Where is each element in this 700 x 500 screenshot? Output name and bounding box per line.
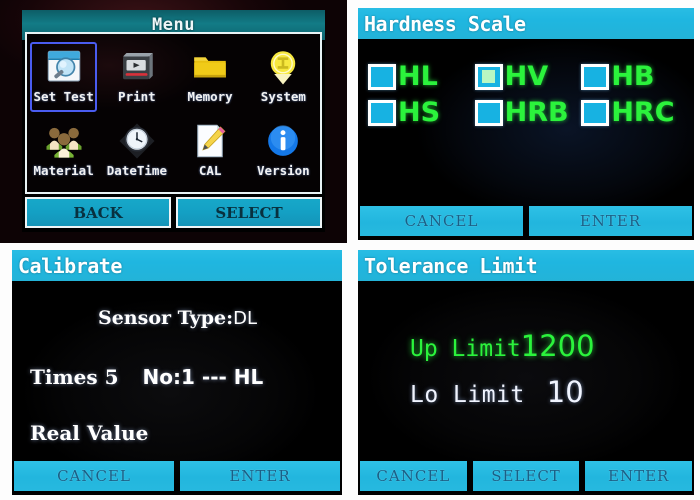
- cancel-button[interactable]: CANCEL: [360, 206, 523, 236]
- menu-icon-area: Set Test Print Memory System Material Da…: [25, 32, 322, 194]
- tolerance-body: Up Limit 1200 Lo Limit 10 CANCEL SELECT …: [358, 281, 694, 495]
- menu-item-version[interactable]: Version: [247, 118, 320, 192]
- checkbox-hl[interactable]: [368, 63, 396, 90]
- back-button[interactable]: BACK: [25, 197, 171, 228]
- hardness-option-label: HRC: [611, 97, 675, 128]
- real-value-label: Real Value: [30, 421, 149, 445]
- hardness-scale-panel: Hardness Scale HL HV HB HS HRB HRC CANCE…: [358, 8, 694, 240]
- enter-button[interactable]: ENTER: [180, 461, 340, 491]
- folder-icon: [194, 57, 226, 78]
- calibrate-title-bar: Calibrate: [12, 250, 342, 281]
- hardness-button-bar: CANCEL ENTER: [358, 206, 694, 240]
- menu-device-panel: Menu Set Test Print Memory System Materi…: [0, 0, 347, 243]
- measurement-no-text: No:1 --- HL: [142, 365, 264, 389]
- menu-item-memory[interactable]: Memory: [174, 44, 247, 118]
- hardness-option-hrc[interactable]: HRC: [581, 99, 688, 126]
- hardness-option-label: HB: [611, 61, 655, 92]
- menu-item-label: Version: [257, 163, 310, 178]
- info-circle-icon: [268, 125, 299, 156]
- menu-item-datetime[interactable]: DateTime: [100, 118, 173, 192]
- sensor-type-label: Sensor Type:: [98, 307, 234, 329]
- lightbulb-icon: [271, 51, 296, 85]
- tolerance-title: Tolerance Limit: [364, 253, 538, 278]
- menu-item-cal[interactable]: CAL: [174, 118, 247, 192]
- hardness-option-label: HL: [398, 61, 438, 92]
- checkbox-hrb[interactable]: [474, 99, 503, 126]
- tolerance-button-bar: CANCEL SELECT ENTER: [358, 461, 694, 495]
- menu-item-label: Material: [33, 163, 94, 178]
- menu-item-label: DateTime: [106, 163, 167, 178]
- paper-pencil-icon: [197, 124, 226, 158]
- menu-item-label: Memory: [187, 89, 233, 104]
- times-row: Times 5 No:1 --- HL: [30, 365, 263, 389]
- times-value[interactable]: 5: [105, 365, 119, 389]
- menu-item-label: Print: [118, 89, 156, 104]
- lo-limit-row[interactable]: Lo Limit 10: [410, 375, 584, 409]
- menu-button-bar: BACK SELECT: [25, 197, 322, 228]
- up-limit-label: Up Limit: [410, 336, 521, 362]
- selection-highlight: [30, 42, 97, 112]
- menu-screen: Menu Set Test Print Memory System Materi…: [22, 10, 325, 232]
- hardness-option-hb[interactable]: HB: [581, 63, 688, 90]
- clock-icon: [119, 123, 155, 159]
- people-group-icon: [46, 127, 82, 158]
- calibrate-body: Sensor Type:DL Times 5 No:1 --- HL Real V…: [12, 281, 342, 495]
- lo-limit-label: Lo Limit: [410, 382, 525, 408]
- hardness-option-grid: HL HV HB HS HRB HRC: [368, 63, 688, 126]
- menu-item-set-test[interactable]: Set Test: [27, 42, 100, 118]
- menu-item-label: System: [260, 89, 306, 104]
- up-limit-value[interactable]: 1200: [521, 329, 595, 363]
- calibrate-panel: Calibrate Sensor Type:DL Times 5 No:1 ---…: [12, 250, 342, 495]
- hardness-option-hs[interactable]: HS: [368, 99, 475, 126]
- lo-limit-value[interactable]: 10: [547, 375, 584, 409]
- menu-item-material[interactable]: Material: [27, 118, 100, 192]
- checkbox-hv[interactable]: [474, 63, 503, 90]
- hardness-option-hrb[interactable]: HRB: [474, 97, 582, 128]
- hardness-option-label: HRB: [504, 97, 569, 128]
- screenshot-root: Menu Set Test Print Memory System Materi…: [0, 0, 700, 500]
- times-label: Times: [30, 365, 98, 389]
- hardness-option-hl[interactable]: HL: [368, 63, 475, 90]
- enter-button[interactable]: ENTER: [529, 206, 692, 236]
- tolerance-title-bar: Tolerance Limit: [358, 250, 694, 281]
- menu-item-print[interactable]: Print: [100, 44, 173, 118]
- calibrate-button-bar: CANCEL ENTER: [12, 461, 342, 495]
- cancel-button[interactable]: CANCEL: [360, 461, 467, 491]
- printer-play-icon: [122, 53, 153, 80]
- real-value-row[interactable]: Real Value: [30, 421, 148, 445]
- hardness-option-label: HS: [398, 97, 441, 128]
- menu-item-label: CAL: [198, 163, 222, 178]
- hardness-title-bar: Hardness Scale: [358, 8, 694, 39]
- hardness-option-label: HV: [504, 61, 549, 92]
- sensor-type-value[interactable]: DL: [233, 308, 257, 329]
- select-button[interactable]: SELECT: [176, 197, 322, 228]
- enter-button[interactable]: ENTER: [585, 461, 693, 491]
- cancel-button[interactable]: CANCEL: [14, 461, 174, 491]
- select-button[interactable]: SELECT: [472, 461, 580, 491]
- sensor-type-row: Sensor Type:DL: [98, 307, 257, 329]
- hardness-option-hv[interactable]: HV: [474, 61, 582, 92]
- tolerance-limit-panel: Tolerance Limit Up Limit 1200 Lo Limit 1…: [358, 250, 694, 495]
- checkbox-hrc[interactable]: [581, 99, 610, 126]
- hardness-title: Hardness Scale: [364, 11, 526, 36]
- menu-item-system[interactable]: System: [247, 44, 320, 118]
- calibrate-title: Calibrate: [18, 253, 122, 278]
- hardness-body: HL HV HB HS HRB HRC CANCEL ENTER: [358, 39, 694, 240]
- check-mark: [482, 70, 496, 83]
- menu-icon-grid: Set Test Print Memory System Material Da…: [27, 42, 320, 192]
- up-limit-row[interactable]: Up Limit 1200: [410, 329, 595, 363]
- checkbox-hb[interactable]: [581, 63, 610, 90]
- checkbox-hs[interactable]: [368, 99, 396, 126]
